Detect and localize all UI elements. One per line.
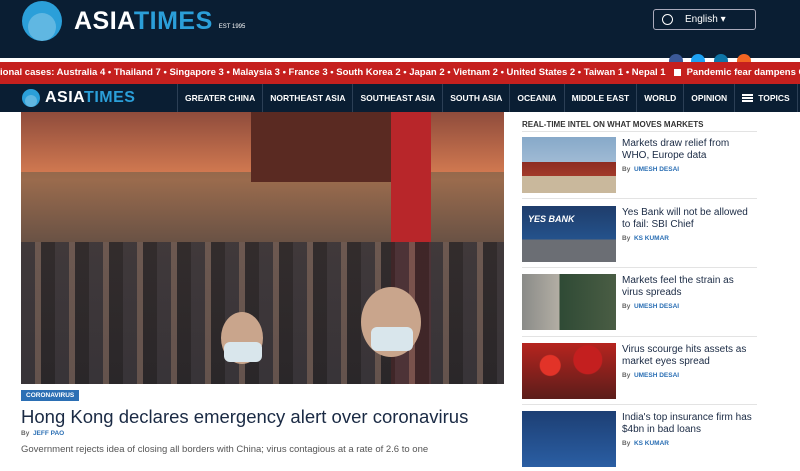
main-summary: Government rejects idea of closing all b… [21, 444, 429, 455]
sidebar-story[interactable]: India's top insurance firm has $4bn in b… [522, 411, 757, 471]
main-nav: ASIATIMES GREATER CHINA NORTHEAST ASIA S… [0, 84, 800, 112]
language-selector[interactable]: English ▾ [653, 9, 756, 30]
nav-logo[interactable]: ASIATIMES [22, 89, 135, 107]
divider [522, 267, 757, 268]
logo-icon [22, 89, 40, 107]
rss-icon[interactable] [737, 54, 751, 62]
facebook-icon[interactable] [669, 54, 683, 62]
main-story-image[interactable] [21, 112, 504, 384]
nav-southeast-asia[interactable]: SOUTHEAST ASIA [352, 84, 442, 112]
story-thumbnail[interactable]: YES BANK [522, 206, 616, 262]
nav-logo-wordmark: ASIATIMES [45, 89, 136, 106]
nav-topics[interactable]: TOPICS [734, 84, 797, 112]
divider [522, 404, 757, 405]
story-headline[interactable]: Yes Bank will not be allowed to fail: SB… [622, 207, 757, 231]
sidebar-story[interactable]: Markets feel the strain as virus spreads… [522, 274, 757, 334]
category-badge[interactable]: CORONAVIRUS [21, 390, 80, 401]
twitter-icon[interactable] [691, 54, 705, 62]
ticker-text-headline[interactable]: Pandemic fear dampens Chinese New Year c… [687, 67, 800, 78]
hero-temple [251, 112, 391, 182]
story-headline[interactable]: Markets feel the strain as virus spreads [622, 275, 757, 299]
logo-est-label: EST 1995 [218, 24, 246, 30]
nav-oceania[interactable]: OCEANIA [509, 84, 563, 112]
nav-northeast-asia[interactable]: NORTHEAST ASIA [262, 84, 352, 112]
story-byline: By UMESH DESAI [622, 166, 680, 173]
hero-crowd [21, 242, 504, 384]
story-headline[interactable]: Virus scourge hits assets as market eyes… [622, 344, 757, 368]
topics-label: TOPICS [758, 93, 790, 103]
site-logo[interactable]: ASIATIMES EST 1995 [22, 1, 245, 41]
globe-icon [662, 14, 673, 25]
story-headline[interactable]: Markets draw relief from WHO, Europe dat… [622, 138, 757, 162]
thumbnail-sign-text: YES BANK [528, 214, 575, 224]
logo-icon [22, 1, 62, 41]
hero-mask [371, 327, 413, 351]
story-byline: By UMESH DESAI [622, 303, 680, 310]
sidebar-story[interactable]: YES BANK Yes Bank will not be allowed to… [522, 206, 757, 266]
main-headline[interactable]: Hong Kong declares emergency alert over … [21, 406, 468, 428]
nav-south-asia[interactable]: SOUTH ASIA [442, 84, 509, 112]
news-ticker[interactable]: ional cases: Australia 4 • Thailand 7 • … [0, 62, 800, 84]
nav-greater-china[interactable]: GREATER CHINA [177, 84, 262, 112]
ticker-text-cases[interactable]: ional cases: Australia 4 • Thailand 7 • … [0, 67, 666, 78]
story-byline: By KS KUMAR [622, 440, 669, 447]
top-header: ASIATIMES EST 1995 English ▾ [0, 0, 800, 62]
ticker-square-icon [673, 68, 681, 76]
nav-middle-east[interactable]: MIDDLE EAST [563, 84, 637, 112]
logo-wordmark: ASIATIMES [74, 6, 213, 35]
author-link[interactable]: JEFF PAO [33, 430, 64, 437]
nav-world[interactable]: WORLD [636, 84, 683, 112]
divider [522, 336, 757, 337]
sidebar-story[interactable]: Markets draw relief from WHO, Europe dat… [522, 137, 757, 197]
sidebar-title[interactable]: REAL-TIME INTEL ON WHAT MOVES MARKETS [522, 120, 703, 129]
hamburger-icon [742, 94, 754, 102]
story-headline[interactable]: India's top insurance firm has $4bn in b… [622, 412, 757, 436]
story-thumbnail[interactable] [522, 137, 616, 193]
divider [522, 131, 757, 132]
story-thumbnail[interactable] [522, 411, 616, 467]
linkedin-icon[interactable] [714, 54, 728, 62]
hero-mask [224, 342, 262, 362]
story-thumbnail[interactable] [522, 343, 616, 399]
nav-items: GREATER CHINA NORTHEAST ASIA SOUTHEAST A… [177, 84, 800, 112]
sidebar-story[interactable]: Virus scourge hits assets as market eyes… [522, 343, 757, 403]
story-byline: By KS KUMAR [622, 235, 669, 242]
main-byline: By JEFF PAO [21, 430, 65, 437]
divider [522, 198, 757, 199]
nav-opinion[interactable]: OPINION [683, 84, 734, 112]
language-label: English ▾ [685, 14, 726, 25]
story-thumbnail[interactable] [522, 274, 616, 330]
story-byline: By UMESH DESAI [622, 372, 680, 379]
